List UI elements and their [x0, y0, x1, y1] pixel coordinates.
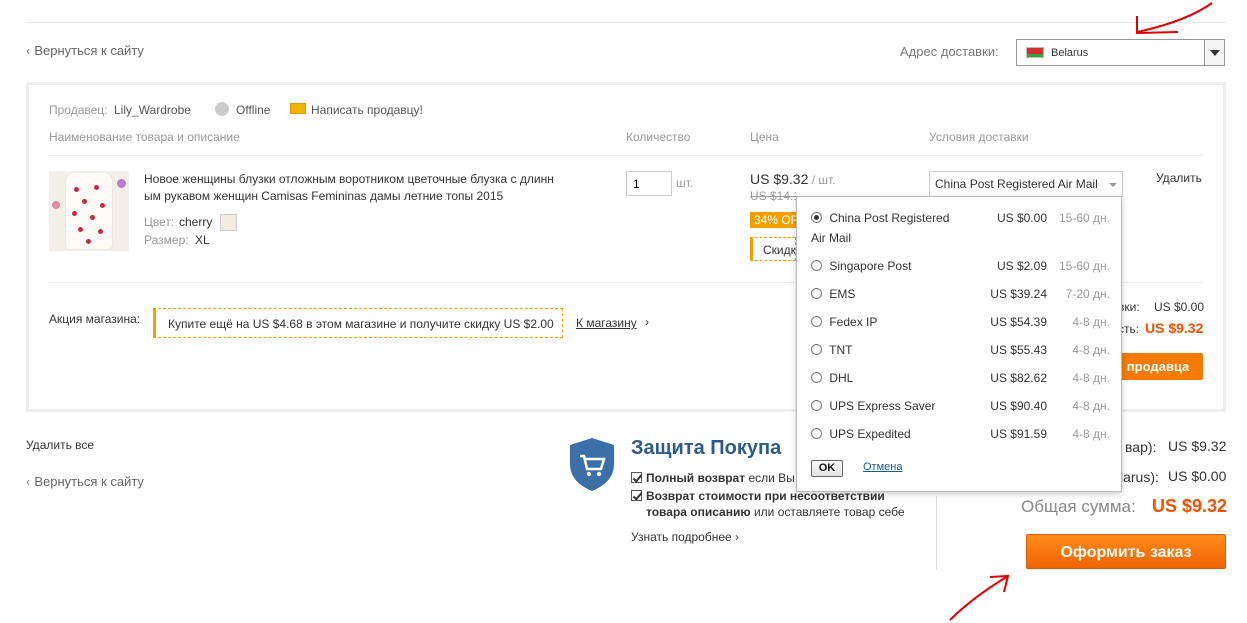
checkbox-icon [631, 472, 642, 483]
radio-icon[interactable] [811, 260, 822, 271]
column-product: Наименование товара и описание [49, 130, 240, 144]
discount-badge: 34% OFF [750, 212, 796, 228]
summary-items-value: US $9.32 [1168, 438, 1227, 454]
shipping-option-days: 4-8 дн. [1072, 399, 1110, 413]
shipping-option-price: US $0.00 [996, 211, 1047, 225]
annotation-arrow-order [949, 575, 1009, 621]
shipping-options-popup: China Post Registered Air Mail US $0.00 … [796, 196, 1122, 492]
shipping-option-price: US $55.43 [990, 343, 1047, 357]
column-price: Цена [750, 130, 779, 144]
product-title[interactable]: Новое женщины блузки отложным воротником… [144, 171, 584, 205]
shipping-option-price: US $91.59 [990, 427, 1047, 441]
radio-icon[interactable] [811, 288, 822, 299]
protection-line-3: товара описанию или оставляете товар себ… [646, 505, 905, 519]
shipping-option[interactable]: DHL [811, 371, 853, 385]
radio-icon[interactable] [811, 316, 822, 327]
shipping-option[interactable]: Fedex IP [811, 315, 877, 329]
old-price: US $14.12 / шт. [750, 189, 796, 203]
color-swatch [220, 214, 237, 231]
pay-seller-button[interactable]: продавца [1113, 353, 1203, 380]
shipping-option-price: US $82.62 [990, 371, 1047, 385]
product-thumbnail[interactable] [49, 171, 129, 251]
color-value: cherry [179, 215, 213, 229]
learn-more-link[interactable]: Узнать подробнее › [631, 530, 739, 544]
shipping-option[interactable]: Singapore Post [811, 259, 911, 273]
radio-icon[interactable] [811, 428, 822, 439]
shipping-option-line2: Air Mail [811, 231, 852, 245]
summary-total-value: US $9.32 [1152, 496, 1228, 516]
radio-icon[interactable] [811, 344, 822, 355]
summary-items-label: вар): [1125, 439, 1157, 455]
shipping-option[interactable]: UPS Expedited [811, 427, 911, 441]
delete-item-link[interactable]: Удалить [1156, 171, 1202, 185]
radio-selected-icon[interactable] [811, 212, 822, 223]
shipping-option-price: US $90.40 [990, 399, 1047, 413]
to-store-link[interactable]: К магазину [576, 316, 637, 330]
back-to-site-link-bottom[interactable]: ‹ Вернуться к сайту [26, 474, 144, 489]
shipping-option[interactable]: China Post Registered [811, 211, 949, 225]
shipping-option-price: US $39.24 [990, 287, 1047, 301]
radio-icon[interactable] [811, 400, 822, 411]
shipping-option-days: 4-8 дн. [1072, 427, 1110, 441]
summary-shipping-label: larus): [1120, 469, 1159, 485]
ok-button[interactable]: OK [811, 460, 843, 477]
checkbox-icon [631, 490, 642, 501]
size-value: XL [195, 233, 210, 247]
caret-down-icon [1109, 183, 1117, 187]
message-seller-link[interactable]: Написать продавцу! [311, 103, 423, 117]
promo-label: Акция магазина: [49, 312, 141, 326]
chevron-right-icon: › [645, 315, 649, 329]
seller-name[interactable]: Lily_Wardrobe [114, 103, 191, 117]
header-divider [49, 155, 1203, 156]
shipping-option-days: 15-60 дн. [1059, 211, 1110, 225]
size-label: Размер: [144, 233, 189, 247]
seller-total-value: US $9.32 [1145, 320, 1204, 336]
shipping-option-days: 4-8 дн. [1072, 343, 1110, 357]
column-quantity: Количество [626, 130, 691, 144]
shipping-option[interactable]: EMS [811, 287, 855, 301]
quantity-unit: шт. [676, 176, 694, 190]
shipping-option-price: US $54.39 [990, 315, 1047, 329]
coupon-box[interactable]: Скидк [750, 237, 796, 261]
unit-price: US $9.32 / шт. [750, 171, 836, 187]
shipping-option-price: US $2.09 [996, 259, 1047, 273]
summary-separator [936, 496, 937, 570]
shipping-option-days: 4-8 дн. [1072, 315, 1110, 329]
cancel-link[interactable]: Отмена [863, 461, 902, 473]
buyer-protection-title: Защита Покупа [631, 437, 782, 459]
promo-box: Купите ещё на US $4.68 в этом магазине и… [153, 308, 563, 338]
shield-cart-icon [570, 438, 614, 491]
seller-label: Продавец: [49, 103, 108, 117]
column-shipping: Условия доставки [929, 130, 1029, 144]
summary-shipping-value: US $0.00 [1168, 468, 1227, 484]
quantity-input[interactable] [626, 171, 672, 196]
seller-shipping-value: US $0.00 [1154, 300, 1205, 314]
shipping-option-days: 15-60 дн. [1059, 259, 1110, 273]
color-label: Цвет: [144, 215, 175, 229]
protection-line-1: Полный возврат если Вы [631, 471, 797, 485]
shipping-option[interactable]: TNT [811, 343, 852, 357]
shipping-option-days: 7-20 дн. [1065, 287, 1110, 301]
delete-all-link[interactable]: Удалить все [26, 438, 94, 452]
envelope-icon [290, 103, 306, 114]
shipping-option[interactable]: UPS Express Saver [811, 399, 935, 413]
shipping-option-days: 4-8 дн. [1072, 371, 1110, 385]
place-order-button[interactable]: Оформить заказ [1026, 534, 1226, 569]
chevron-left-icon: ‹ [26, 474, 31, 489]
summary-total-label: Общая сумма: [1021, 497, 1136, 516]
radio-icon[interactable] [811, 372, 822, 383]
annotation-arrow-top [1136, 2, 1213, 33]
chevron-right-icon: › [735, 530, 740, 544]
offline-icon [215, 102, 229, 116]
seller-status: Offline [236, 103, 271, 117]
shipping-method-select[interactable]: China Post Registered Air Mail [929, 171, 1123, 197]
